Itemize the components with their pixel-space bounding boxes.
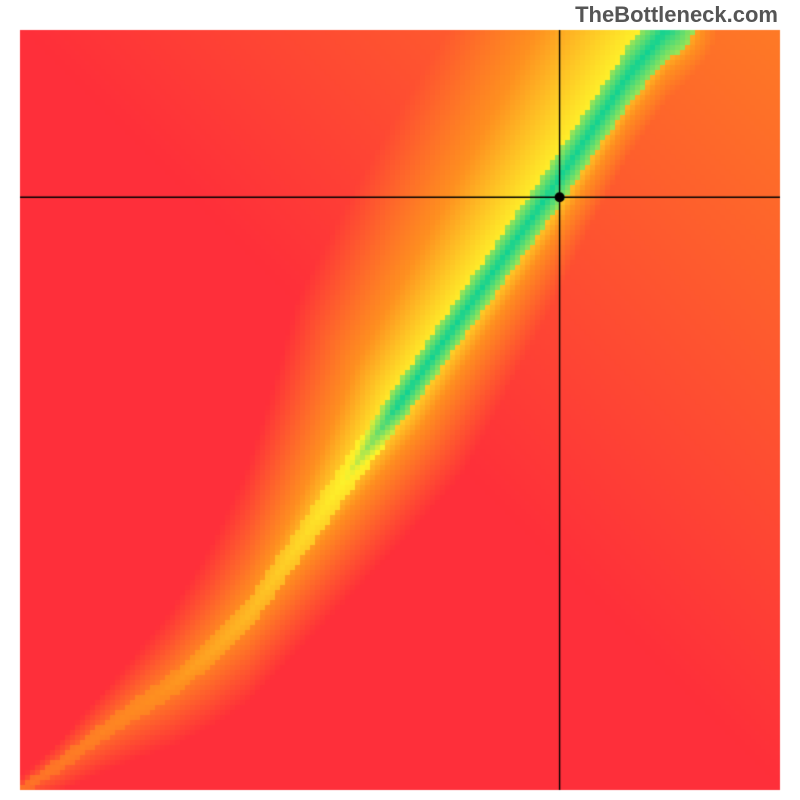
bottleneck-heatmap: TheBottleneck.com: [0, 0, 800, 800]
heatmap-canvas: [0, 0, 800, 800]
watermark-text: TheBottleneck.com: [575, 2, 778, 28]
